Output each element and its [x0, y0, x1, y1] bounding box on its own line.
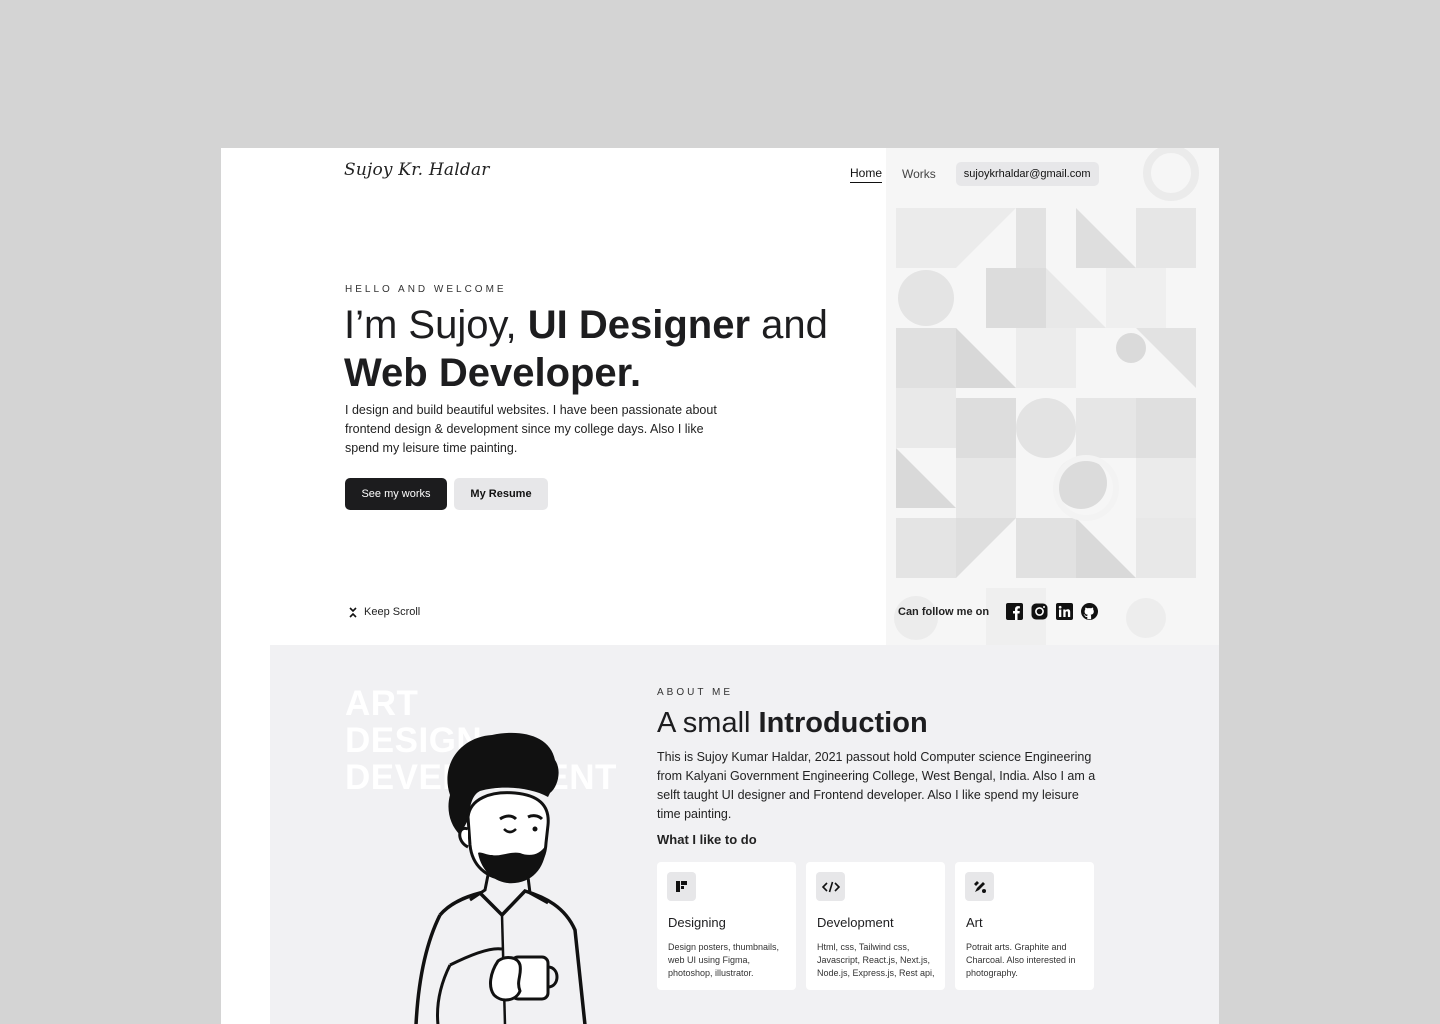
paint-icon: [965, 872, 994, 901]
github-icon[interactable]: [1081, 603, 1099, 620]
nav-works-link[interactable]: Works: [902, 167, 936, 181]
social-links: Can follow me on: [898, 603, 1099, 620]
design-icon: [667, 872, 696, 901]
about-title-bold: Introduction: [758, 707, 928, 739]
main-nav: Home Works sujoykrhaldar@gmail.com: [850, 161, 1099, 187]
see-my-works-button[interactable]: See my works: [345, 478, 447, 510]
skill-card-description: Potrait arts. Graphite and Charcoal. Als…: [966, 942, 1076, 978]
about-description: This is Sujoy Kumar Haldar, 2021 passout…: [657, 750, 1096, 821]
code-icon: [816, 872, 845, 901]
skill-card-description: Design posters, thumbnails, web UI using…: [668, 942, 780, 978]
instagram-icon[interactable]: [1031, 603, 1048, 620]
hero-title-role1: UI Designer: [527, 303, 751, 347]
nav-home-link[interactable]: Home: [850, 166, 883, 183]
follow-label: Can follow me on: [898, 605, 990, 618]
skill-card-description: Html, css, Tailwind css, Javascript, Rea…: [817, 942, 935, 978]
skill-card-designing: Designing Design posters, thumbnails, we…: [657, 862, 796, 990]
email-button[interactable]: sujoykrhaldar@gmail.com: [955, 162, 1099, 186]
portfolio-page: Sujoy Kr. Haldar Home Works sujoykrhalda…: [221, 148, 1219, 1024]
pattern-graphic: [886, 148, 1219, 645]
hero-description: I design and build beautiful websites. I…: [345, 403, 717, 455]
about-title: A small Introduction: [657, 705, 928, 741]
hero-title-role2: Web Developer.: [344, 351, 642, 395]
skill-card-title: Development: [817, 915, 894, 930]
skill-card-title: Art: [966, 915, 983, 930]
hero-eyebrow: HELLO AND WELCOME: [345, 284, 507, 295]
geometric-pattern: [886, 148, 1219, 645]
hero-title-text: I’m Sujoy,: [344, 303, 528, 347]
scroll-arrow-icon: [349, 606, 357, 618]
my-resume-button[interactable]: My Resume: [454, 478, 548, 510]
keep-scroll-label: Keep Scroll: [364, 606, 421, 618]
hero-title-and: and: [750, 303, 828, 347]
about-eyebrow: ABOUT ME: [657, 687, 734, 698]
about-section: ART DESIGN DEVELOPMENT: [270, 645, 1219, 1024]
about-title-text: A small: [657, 707, 759, 739]
skills-cards: Designing Design posters, thumbnails, we…: [657, 862, 1094, 990]
bg-word-art: ART: [345, 684, 419, 723]
facebook-icon[interactable]: [1006, 603, 1024, 620]
hero-title: I’m Sujoy, UI Designer and Web Developer…: [344, 301, 828, 397]
skill-card-development: Development Html, css, Tailwind css, Jav…: [806, 862, 945, 990]
character-illustration: [414, 732, 587, 1024]
site-logo[interactable]: Sujoy Kr. Haldar: [344, 160, 490, 180]
what-i-like-heading: What I like to do: [657, 832, 757, 847]
keep-scroll-indicator[interactable]: Keep Scroll: [349, 606, 420, 618]
skill-card-art: Art Potrait arts. Graphite and Charcoal.…: [955, 862, 1094, 990]
skill-card-title: Designing: [668, 915, 726, 930]
linkedin-icon[interactable]: [1056, 603, 1074, 620]
